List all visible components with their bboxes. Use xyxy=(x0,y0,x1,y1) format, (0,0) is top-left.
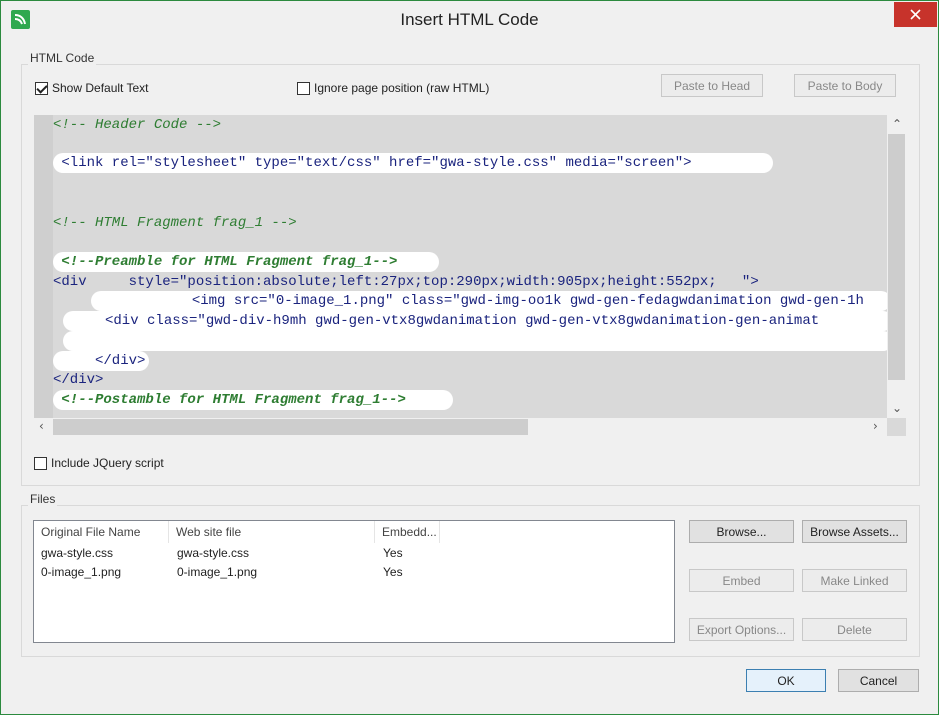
column-header-original-file[interactable]: Original File Name xyxy=(34,521,169,543)
include-jquery-option[interactable]: Include JQuery script xyxy=(34,456,164,470)
insert-html-dialog: Insert HTML Code HTML Code Show Default … xyxy=(0,0,939,715)
code-line: </div> xyxy=(53,351,149,371)
code-vertical-scrollbar[interactable]: ⌃ ⌄ xyxy=(887,115,906,418)
show-default-text-option[interactable]: Show Default Text xyxy=(35,81,149,95)
row-embedded: Yes xyxy=(383,546,403,560)
horizontal-scroll-thumb[interactable] xyxy=(53,419,528,435)
paste-to-body-button[interactable]: Paste to Body xyxy=(794,74,896,97)
close-icon xyxy=(910,9,921,20)
code-line: <link rel="stylesheet" type="text/css" h… xyxy=(53,153,773,173)
include-jquery-label: Include JQuery script xyxy=(51,456,164,470)
code-line: </div> xyxy=(53,372,104,388)
scroll-left-icon[interactable]: ‹ xyxy=(39,419,44,433)
browse-assets-button[interactable]: Browse Assets... xyxy=(802,520,907,543)
browse-button[interactable]: Browse... xyxy=(689,520,794,543)
row-web-site-file: 0-image_1.png xyxy=(177,565,258,579)
row-original-file: 0-image_1.png xyxy=(41,565,122,579)
row-web-site-file: gwa-style.css xyxy=(177,546,250,560)
embed-button[interactable]: Embed xyxy=(689,569,794,592)
code-line: <!-- HTML Fragment frag_1 --> xyxy=(53,215,297,231)
vertical-scroll-thumb[interactable] xyxy=(888,134,905,380)
column-header-embedded[interactable]: Embedd... xyxy=(375,521,440,543)
ignore-page-position-label: Ignore page position (raw HTML) xyxy=(314,81,490,95)
cancel-button[interactable]: Cancel xyxy=(838,669,919,692)
title-bar[interactable]: Insert HTML Code xyxy=(1,1,938,37)
ok-button[interactable]: OK xyxy=(746,669,826,692)
show-default-text-checkbox[interactable] xyxy=(35,81,48,95)
export-options-button[interactable]: Export Options... xyxy=(689,618,794,641)
scroll-down-icon[interactable]: ⌄ xyxy=(892,401,902,415)
code-line: <!--Preamble for HTML Fragment frag_1--> xyxy=(53,252,439,272)
files-list[interactable]: Original File Name Web site file Embedd.… xyxy=(33,520,675,643)
code-line: <!-- Header Code --> xyxy=(53,117,222,133)
code-content[interactable]: <!-- Header Code --> <link rel="styleshe… xyxy=(53,115,887,418)
code-gutter xyxy=(34,115,53,418)
scroll-right-icon[interactable]: › xyxy=(873,419,878,433)
files-group-label: Files xyxy=(28,492,58,506)
delete-button[interactable]: Delete xyxy=(802,618,907,641)
include-jquery-checkbox[interactable] xyxy=(34,456,47,470)
row-original-file: gwa-style.css xyxy=(41,546,114,560)
code-line: <div class="gwd-div-h9mh gwd-gen-vtx8gwd… xyxy=(63,311,887,331)
code-line: <div style="position:absolute;left:27px;… xyxy=(53,274,759,290)
code-line: <!--Postamble for HTML Fragment frag_1--… xyxy=(53,390,453,410)
code-line xyxy=(63,331,887,351)
paste-to-head-button[interactable]: Paste to Head xyxy=(661,74,763,97)
ignore-page-position-checkbox[interactable] xyxy=(297,81,310,95)
window-title: Insert HTML Code xyxy=(400,10,539,29)
column-header-web-site-file[interactable]: Web site file xyxy=(169,521,375,543)
scroll-up-icon[interactable]: ⌃ xyxy=(892,117,902,131)
html-code-group-label: HTML Code xyxy=(28,51,97,65)
close-button[interactable] xyxy=(894,2,937,27)
code-horizontal-scrollbar[interactable]: ‹ › xyxy=(34,418,887,436)
ignore-page-position-option[interactable]: Ignore page position (raw HTML) xyxy=(297,81,489,95)
code-line: <img src="0-image_1.png" class="gwd-img-… xyxy=(91,291,887,311)
code-editor[interactable]: <!-- Header Code --> <link rel="styleshe… xyxy=(34,115,906,436)
make-linked-button[interactable]: Make Linked xyxy=(802,569,907,592)
row-embedded: Yes xyxy=(383,565,403,579)
show-default-text-label: Show Default Text xyxy=(52,81,149,95)
